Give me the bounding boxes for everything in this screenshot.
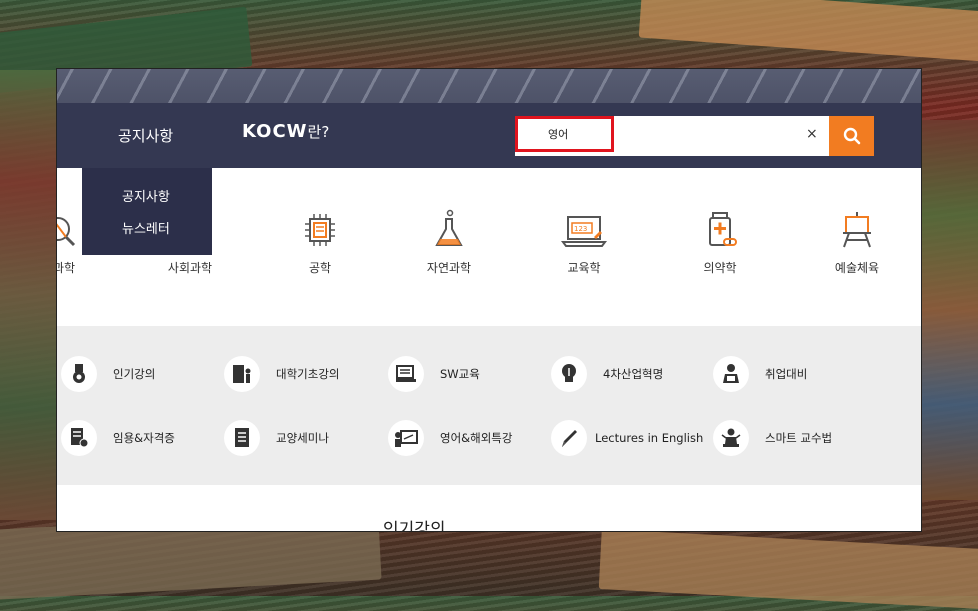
dropdown-item-notice[interactable]: 공지사항 [122,186,170,205]
svg-text:123: 123 [574,225,587,233]
category-label: 의약학 [703,261,737,275]
category-label: 공학 [308,261,332,275]
site-frame: 공지사항 KOCW란? × 과학 사회과학 [57,69,921,531]
quick-link-basic[interactable]: 대학기초강의 [224,354,339,394]
book-person-icon [224,356,260,392]
quick-link-4th-industry[interactable]: 4차산업혁명 [551,354,663,394]
medal-icon [61,356,97,392]
category-label: 교육학 [567,261,601,275]
dropdown-item-newsletter[interactable]: 뉴스레터 [122,218,170,237]
quick-link-sw[interactable]: SW교육 [388,354,480,394]
quick-link-lectures-english[interactable]: Lectures in English [551,418,703,458]
lecturer-icon [713,420,749,456]
certificate-icon [61,420,97,456]
quick-link-english[interactable]: 영어&해외특강 [388,418,512,458]
quick-link-label: 4차산업혁명 [603,367,664,381]
medicine-icon [709,212,737,246]
pen-icon [551,420,587,456]
quick-links-panel: 인기강의 대학기초강의 SW교육 4차산업혁명 취업대비 임용&자격증 교양세미… [57,326,921,485]
category-label: 자연과학 [426,261,472,275]
quick-link-label: 스마트 교수법 [765,431,833,445]
laptop-icon: 123 [561,216,607,247]
category-label: 예술체육 [834,261,880,275]
background-books-right [920,120,978,500]
flask-icon [435,209,463,246]
category-item[interactable]: 123 교육학 [529,209,639,276]
quick-link-job[interactable]: 취업대비 [713,354,807,394]
search-box: × [515,116,832,156]
quick-link-label: 인기강의 [113,367,156,381]
clear-search-button[interactable]: × [806,126,818,142]
category-item[interactable]: 의약학 [665,209,775,276]
background-book [598,529,978,611]
search-input[interactable] [515,116,798,152]
nav-kocw-about-link[interactable]: KOCW란? [242,121,329,142]
popular-section: 인기강의 [57,485,921,531]
kocw-about-suffix: 란? [307,123,330,141]
category-item[interactable]: 공학 [265,209,375,276]
quick-link-label: SW교육 [440,367,480,381]
quick-link-label: Lectures in English [595,431,704,445]
search-icon [843,127,860,145]
background-book [638,0,978,63]
chip-icon [305,214,335,246]
quick-link-seminar[interactable]: 교양세미나 [224,418,329,458]
person-laptop-icon [713,356,749,392]
quick-link-label: 교양세미나 [276,431,329,445]
quick-link-popular[interactable]: 인기강의 [61,354,155,394]
quick-link-certificate[interactable]: 임용&자격증 [61,418,175,458]
nav-notice-link[interactable]: 공지사항 [118,125,173,146]
category-label: 과학 [57,261,76,275]
notebook-icon [224,420,260,456]
easel-icon [843,212,871,248]
search-button[interactable] [829,116,874,156]
background-books-left [0,70,60,520]
category-item[interactable]: 자연과학 [394,209,504,276]
quick-link-label: 대학기초강의 [276,367,340,381]
kocw-logo: KOCW [242,121,308,142]
lightbulb-icon [551,356,587,392]
quick-link-label: 임용&자격증 [113,431,175,445]
popular-section-title: 인기강의 [383,520,446,531]
quick-link-label: 영어&해외특강 [440,431,513,445]
category-label: 사회과학 [167,261,213,275]
chalkboard-icon [388,420,424,456]
quick-link-label: 취업대비 [765,367,808,381]
quick-link-smart-teaching[interactable]: 스마트 교수법 [713,418,832,458]
monitor-icon [388,356,424,392]
notice-dropdown-menu: 공지사항 뉴스레터 [82,168,212,255]
reading-icon [57,217,76,247]
category-item[interactable]: 예술체육 [802,209,912,276]
